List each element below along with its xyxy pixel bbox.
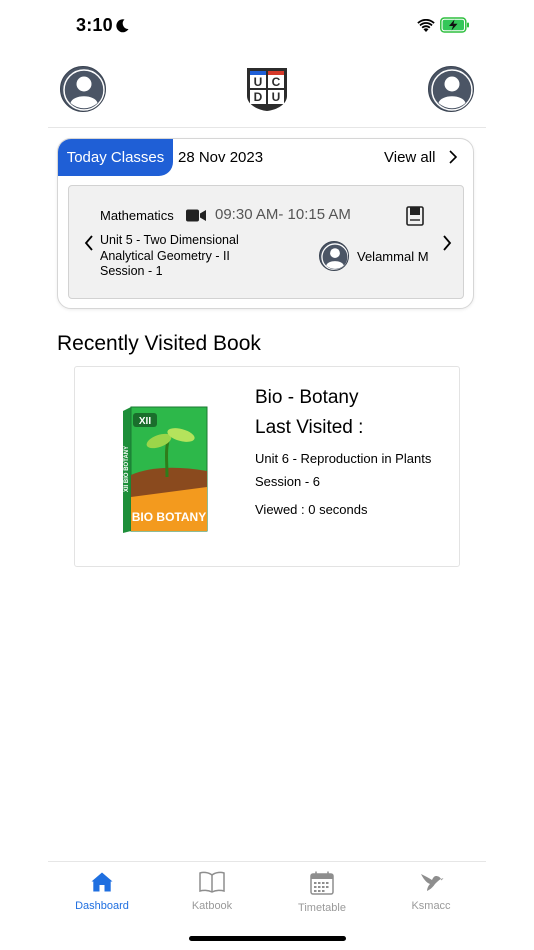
home-icon: [91, 872, 113, 892]
tab-label-ksmacc: Ksmacc: [411, 900, 451, 912]
book-session: Session - 6: [255, 474, 321, 489]
tab-bar-divider: [48, 861, 486, 862]
tab-timetable[interactable]: Timetable: [277, 866, 367, 916]
today-classes-tag: Today Classes: [58, 139, 173, 176]
book-icon[interactable]: [406, 206, 424, 226]
chevron-right-icon[interactable]: [441, 234, 453, 252]
book-cover-label-bottom: BIO BOTANY: [132, 510, 206, 524]
tab-dashboard[interactable]: Dashboard: [57, 866, 147, 916]
class-item[interactable]: Mathematics 09:30 AM- 10:15 AM Unit 5 - …: [68, 185, 464, 299]
tab-label-timetable: Timetable: [298, 902, 346, 914]
chevron-left-icon[interactable]: [83, 234, 95, 252]
class-unit-info: Unit 5 - Two Dimensional Analytical Geom…: [100, 233, 275, 280]
video-camera-icon[interactable]: [186, 209, 206, 222]
chevron-right-icon[interactable]: [448, 149, 458, 165]
class-subject: Mathematics: [100, 208, 174, 223]
book-viewed-time: Viewed : 0 seconds: [255, 502, 368, 517]
app-logo: U C D U: [247, 68, 287, 111]
tab-katbook[interactable]: Katbook: [167, 866, 257, 916]
bird-icon: [421, 874, 444, 891]
teacher-name: Velammal M: [357, 249, 429, 264]
view-all-link[interactable]: View all: [384, 149, 435, 166]
today-classes-card: Today Classes 28 Nov 2023 View all Mathe…: [57, 138, 474, 309]
book-cover-label-top: XII: [139, 416, 151, 427]
book-unit: Unit 6 - Reproduction in Plants: [255, 451, 432, 466]
book-cover-image: XII XII BIO BOTANY BIO BOTANY: [123, 406, 208, 533]
book-title: Bio - Botany: [255, 387, 359, 408]
book-open-icon: [199, 871, 225, 893]
today-date: 28 Nov 2023: [178, 149, 264, 166]
user-avatar-icon[interactable]: [428, 66, 474, 112]
status-time: 3:10: [76, 15, 113, 35]
class-unit-line-1: Unit 5 - Two Dimensional: [100, 233, 239, 247]
home-indicator[interactable]: [189, 936, 346, 941]
recent-book-card[interactable]: XII XII BIO BOTANY BIO BOTANY Bio - Bota…: [74, 366, 460, 567]
moon-icon: [116, 19, 129, 33]
battery-charging-icon: [440, 17, 469, 33]
tab-ksmacc[interactable]: Ksmacc: [386, 866, 476, 916]
logo-letter-2: C: [272, 75, 281, 89]
book-cover-label-spine: XII BIO BOTANY: [124, 446, 130, 492]
tab-label-dashboard: Dashboard: [75, 900, 129, 912]
class-unit-line-2: Analytical Geometry - II: [100, 248, 230, 263]
last-visited-label: Last Visited :: [255, 417, 364, 438]
header-divider: [48, 127, 486, 128]
tab-label-katbook: Katbook: [191, 900, 233, 912]
status-bar: 3:10: [0, 0, 534, 54]
logo-letter-4: U: [272, 90, 281, 104]
class-session: Session - 1: [100, 264, 163, 278]
logo-letter-3: D: [254, 90, 263, 104]
teacher-avatar-icon: [319, 241, 349, 271]
profile-avatar-icon[interactable]: [60, 66, 106, 112]
recently-visited-title: Recently Visited Book: [57, 332, 261, 355]
logo-letter-1: U: [254, 75, 263, 89]
class-time: 09:30 AM- 10:15 AM: [215, 206, 351, 223]
wifi-icon: [417, 19, 435, 32]
calendar-icon: [310, 871, 334, 895]
